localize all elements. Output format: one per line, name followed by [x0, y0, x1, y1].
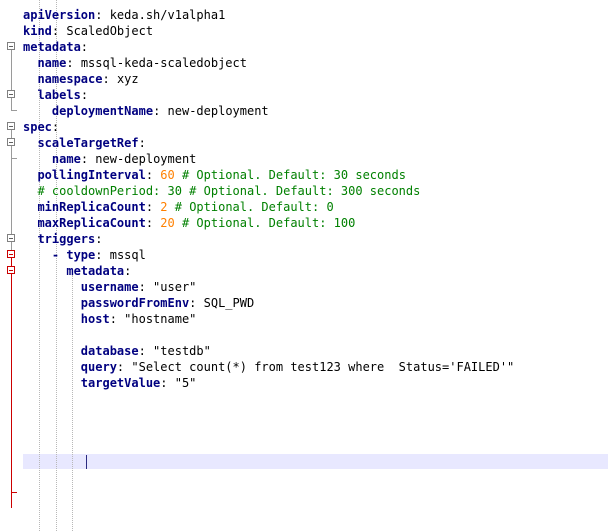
- yaml-key: namespace: [37, 72, 103, 86]
- fold-toggle-scaletargetref[interactable]: [7, 138, 15, 146]
- yaml-comment: # Optional. Default: 0: [167, 200, 334, 214]
- fold-line: [11, 130, 12, 266]
- code-line[interactable]: host: "hostname": [23, 311, 197, 327]
- code-line[interactable]: query: "Select count(*) from test123 whe…: [23, 359, 514, 375]
- yaml-value: SQL_PWD: [203, 296, 255, 310]
- yaml-value: "5": [174, 376, 197, 390]
- yaml-key: apiVersion: [23, 8, 96, 22]
- code-line[interactable]: targetValue: "5": [23, 375, 197, 391]
- fold-margin: [0, 0, 22, 531]
- code-line[interactable]: database: "testdb": [23, 343, 211, 359]
- fold-toggle-trigger-metadata[interactable]: [7, 266, 15, 274]
- fold-line: [11, 50, 12, 110]
- code-line[interactable]: scaleTargetRef:: [23, 135, 145, 151]
- yaml-comment: # Optional. Default: 100: [174, 216, 356, 230]
- code-line[interactable]: labels:: [23, 87, 88, 103]
- yaml-key: host: [80, 312, 110, 326]
- yaml-value: mssql: [109, 248, 146, 262]
- yaml-key: pollingInterval: [37, 168, 146, 182]
- code-line[interactable]: passwordFromEnv: SQL_PWD: [23, 295, 254, 311]
- fold-toggle-triggers[interactable]: [7, 234, 15, 242]
- yaml-key: targetValue: [80, 376, 161, 390]
- yaml-number: 20: [160, 216, 175, 230]
- yaml-key: labels: [37, 88, 81, 102]
- yaml-value: keda.sh/v1alpha1: [109, 8, 226, 22]
- code-line[interactable]: triggers:: [23, 231, 102, 247]
- yaml-key: name: [37, 56, 67, 70]
- yaml-key: query: [80, 360, 117, 374]
- code-editor[interactable]: apiVersion: keda.sh/v1alpha1 kind: Scale…: [0, 0, 608, 531]
- yaml-key: deploymentName: [51, 104, 154, 118]
- code-line[interactable]: apiVersion: keda.sh/v1alpha1: [23, 7, 225, 23]
- text-caret: [86, 455, 87, 469]
- yaml-key: metadata: [66, 264, 125, 278]
- fold-end-tick-active: [11, 492, 17, 493]
- yaml-key: scaleTargetRef: [37, 136, 139, 150]
- code-line[interactable]: minReplicaCount: 2 # Optional. Default: …: [23, 199, 334, 215]
- yaml-value: "Select count(*) from test123 where Stat…: [131, 360, 515, 374]
- code-line[interactable]: kind: ScaledObject: [23, 23, 153, 39]
- code-line[interactable]: maxReplicaCount: 20 # Optional. Default:…: [23, 215, 355, 231]
- yaml-dash: -: [51, 248, 67, 262]
- yaml-key: type: [66, 248, 96, 262]
- yaml-value: xyz: [116, 72, 139, 86]
- code-line[interactable]: name: new-deployment: [23, 151, 197, 167]
- yaml-key: triggers: [37, 232, 96, 246]
- yaml-value: new-deployment: [95, 152, 197, 166]
- code-line[interactable]: - type: mssql: [23, 247, 146, 263]
- fold-toggle-metadata[interactable]: [7, 42, 15, 50]
- yaml-key: metadata: [23, 40, 81, 54]
- yaml-value: "hostname": [124, 312, 197, 326]
- code-line[interactable]: deploymentName: new-deployment: [23, 103, 269, 119]
- yaml-key: kind: [23, 24, 52, 38]
- yaml-key: database: [80, 344, 139, 358]
- yaml-key: name: [51, 152, 81, 166]
- fold-toggle-labels[interactable]: [7, 90, 15, 98]
- code-line[interactable]: spec:: [23, 119, 59, 135]
- code-line[interactable]: name: mssql-keda-scaledobject: [23, 55, 247, 71]
- code-line[interactable]: metadata:: [23, 39, 88, 55]
- fold-end-tick: [11, 110, 17, 111]
- yaml-value: ScaledObject: [66, 24, 154, 38]
- yaml-value: new-deployment: [167, 104, 269, 118]
- code-line[interactable]: pollingInterval: 60 # Optional. Default:…: [23, 167, 406, 183]
- yaml-key: spec: [23, 120, 52, 134]
- yaml-key: passwordFromEnv: [80, 296, 190, 310]
- fold-toggle-spec[interactable]: [7, 122, 15, 130]
- yaml-comment: # cooldownPeriod: 30 # Optional. Default…: [37, 184, 421, 198]
- yaml-number: 2: [160, 200, 168, 214]
- fold-toggle-trigger-item[interactable]: [7, 250, 15, 258]
- yaml-key: minReplicaCount: [37, 200, 146, 214]
- code-line[interactable]: username: "user": [23, 279, 197, 295]
- current-line-highlight: [23, 454, 608, 469]
- yaml-value: mssql-keda-scaledobject: [80, 56, 247, 70]
- yaml-key: maxReplicaCount: [37, 216, 146, 230]
- fold-end-tick: [11, 158, 17, 159]
- yaml-key: username: [80, 280, 139, 294]
- yaml-number: 60: [160, 168, 175, 182]
- code-line[interactable]: metadata:: [23, 263, 131, 279]
- yaml-value: "user": [153, 280, 197, 294]
- code-line[interactable]: # cooldownPeriod: 30 # Optional. Default…: [23, 183, 420, 199]
- code-line[interactable]: namespace: xyz: [23, 71, 139, 87]
- fold-line-active: [11, 258, 12, 508]
- yaml-value: "testdb": [153, 344, 211, 358]
- yaml-comment: # Optional. Default: 30 seconds: [174, 168, 406, 182]
